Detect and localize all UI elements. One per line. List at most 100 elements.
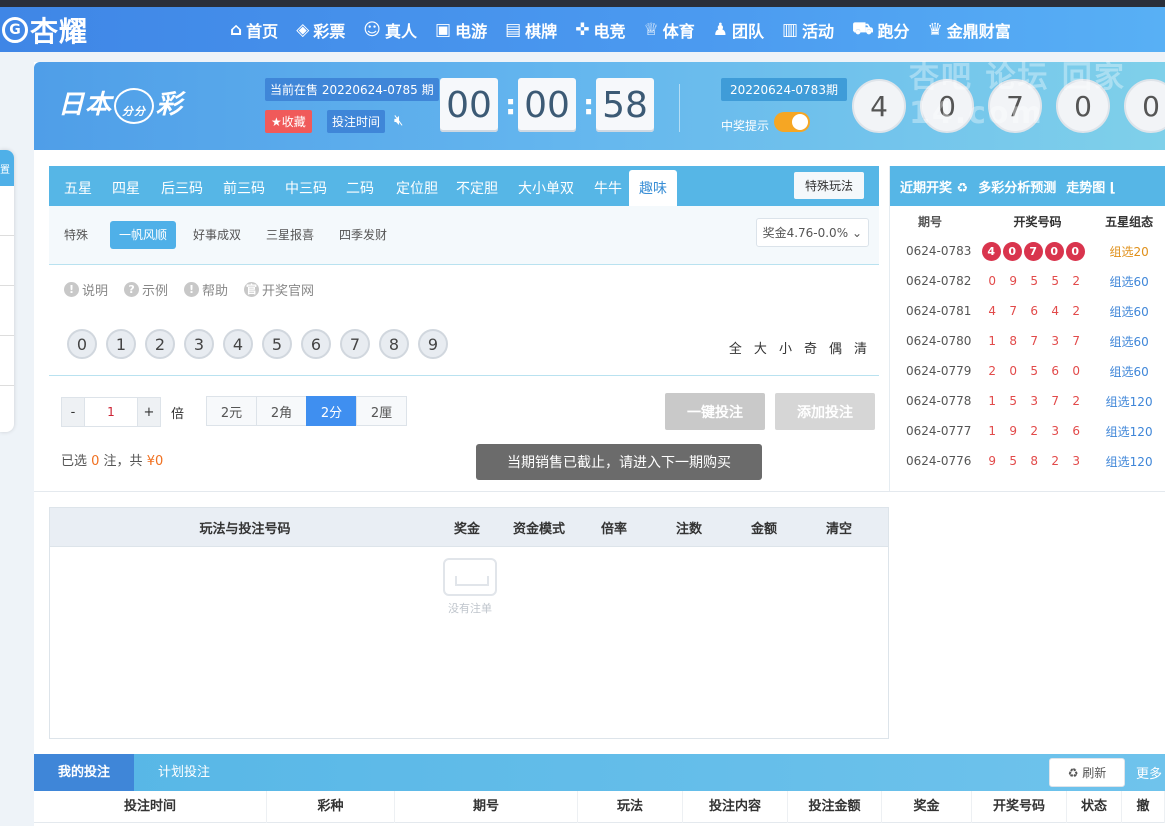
my-bets-col-6: 奖金 bbox=[882, 790, 972, 823]
help-link-2[interactable]: ! 帮助 bbox=[184, 280, 228, 299]
multiplier-input[interactable]: 1 bbox=[85, 397, 137, 427]
increment-button[interactable]: + bbox=[137, 397, 161, 427]
nav-item-6[interactable]: ♕ 体育 bbox=[643, 18, 694, 42]
decrement-button[interactable]: - bbox=[61, 397, 85, 427]
nav-item-label: 电游 bbox=[455, 21, 488, 41]
nav-item-label: 彩票 bbox=[313, 21, 346, 41]
group-type[interactable]: 组选120 bbox=[1093, 453, 1165, 470]
nav-item-10[interactable]: ♛ 金鼎财富 bbox=[927, 18, 1010, 42]
tab-6[interactable]: 定位胆 bbox=[395, 166, 439, 206]
unit-option[interactable]: 2元 bbox=[206, 396, 257, 426]
group-type[interactable]: 组选120 bbox=[1093, 393, 1165, 410]
nav-item-5[interactable]: ✜ 电竞 bbox=[575, 18, 625, 42]
digit-ball[interactable]: 0 bbox=[67, 329, 97, 359]
quick-select-3[interactable]: 奇 bbox=[804, 338, 817, 357]
unit-option[interactable]: 2分 bbox=[306, 396, 357, 426]
unit-option[interactable]: 2角 bbox=[256, 396, 307, 426]
unit-option[interactable]: 2厘 bbox=[356, 396, 407, 426]
add-bet-button[interactable]: 添加投注 bbox=[775, 393, 875, 430]
tab-3[interactable]: 前三码 bbox=[221, 166, 267, 206]
tab-2[interactable]: 后三码 bbox=[159, 166, 205, 206]
left-panel-tab[interactable]: 置 bbox=[0, 150, 14, 186]
group-type[interactable]: 组选60 bbox=[1093, 333, 1165, 350]
left-side-panel[interactable]: 置 bbox=[0, 150, 14, 432]
result-digit: 9 bbox=[1009, 274, 1018, 288]
nav-item-9[interactable]: ⛟ 跑分 bbox=[852, 18, 909, 42]
bet-slip-col-6[interactable]: 清空 bbox=[794, 518, 884, 537]
bet-slip-col-0: 玩法与投注号码 bbox=[199, 521, 291, 537]
help-label: 示例 bbox=[142, 284, 169, 299]
top-strip bbox=[0, 0, 1165, 7]
logo[interactable]: G 杏耀 bbox=[0, 13, 88, 48]
left-panel-line bbox=[0, 286, 14, 336]
result-digit: 4 bbox=[1051, 304, 1060, 318]
subtab-3[interactable]: 三星报喜 bbox=[257, 221, 323, 249]
group-type[interactable]: 组选20 bbox=[1093, 243, 1165, 260]
nav-item-2[interactable]: ☺ 真人 bbox=[363, 18, 417, 42]
nav-item-1[interactable]: ◈ 彩票 bbox=[296, 18, 345, 42]
tab-5[interactable]: 二码 bbox=[345, 166, 375, 206]
game-name: 日本 bbox=[58, 90, 113, 120]
team-icon: ♟ bbox=[712, 19, 728, 40]
tab-8[interactable]: 大小单双 bbox=[515, 166, 577, 206]
win-tip-toggle[interactable] bbox=[774, 112, 810, 132]
digit-ball[interactable]: 9 bbox=[418, 329, 448, 359]
tab-9[interactable]: 牛牛 bbox=[593, 166, 623, 206]
nav-item-0[interactable]: ⌂ 首页 bbox=[230, 18, 278, 42]
digit-ball[interactable]: 7 bbox=[340, 329, 370, 359]
subtab-0[interactable]: 特殊 bbox=[55, 221, 97, 249]
tab-10[interactable]: 趣味 bbox=[629, 170, 677, 206]
left-panel-line bbox=[0, 336, 14, 386]
digit-ball[interactable]: 2 bbox=[145, 329, 175, 359]
group-type[interactable]: 组选60 bbox=[1093, 363, 1165, 380]
group-type[interactable]: 组选60 bbox=[1093, 273, 1165, 290]
tab-4[interactable]: 中三码 bbox=[283, 166, 329, 206]
nav-item-3[interactable]: ▣ 电游 bbox=[435, 18, 487, 42]
recent-tabs: 近期开奖 ♻ 多彩分析预测 走势图 ⌊ bbox=[890, 166, 1165, 206]
countdown-minutes: 00 bbox=[518, 78, 576, 132]
digit-ball[interactable]: 8 bbox=[379, 329, 409, 359]
col-type: 五星组态 bbox=[1105, 214, 1154, 229]
recent-tab-2[interactable]: 走势图 ⌊ bbox=[1066, 177, 1115, 196]
nav-item-4[interactable]: ▤ 棋牌 bbox=[505, 18, 557, 42]
subtab-4[interactable]: 四季发财 bbox=[330, 221, 396, 249]
help-link-1[interactable]: ? 示例 bbox=[124, 280, 168, 299]
digit-ball[interactable]: 6 bbox=[301, 329, 331, 359]
group-type[interactable]: 组选120 bbox=[1093, 423, 1165, 440]
recent-tab-1[interactable]: 多彩分析预测 bbox=[978, 177, 1056, 196]
tab-1[interactable]: 四星 bbox=[111, 166, 141, 206]
refresh-button[interactable]: ♻ 刷新 bbox=[1049, 758, 1125, 787]
my-bets-tab-0[interactable]: 我的投注 bbox=[34, 754, 135, 791]
one-click-bet-button[interactable]: 一键投注 bbox=[665, 393, 765, 430]
tab-0[interactable]: 五星 bbox=[63, 166, 93, 206]
group-type[interactable]: 组选60 bbox=[1093, 303, 1165, 320]
quick-select-1[interactable]: 大 bbox=[754, 338, 767, 357]
tab-7[interactable]: 不定胆 bbox=[455, 166, 499, 206]
speaker-mute-icon[interactable]: 🔇︎ bbox=[394, 111, 403, 129]
nav-item-7[interactable]: ♟ 团队 bbox=[713, 18, 764, 42]
bet-time-button[interactable]: 投注时间 bbox=[327, 110, 386, 133]
subtab-2[interactable]: 好事成双 bbox=[184, 221, 250, 249]
more-link[interactable]: 更多 bbox=[1136, 763, 1162, 782]
quick-select-4[interactable]: 偶 bbox=[829, 338, 842, 357]
special-play-button[interactable]: 特殊玩法 bbox=[794, 172, 865, 199]
my-bets-tab-1[interactable]: 计划投注 bbox=[134, 754, 234, 791]
nav-item-8[interactable]: ▥ 活动 bbox=[782, 18, 834, 42]
digit-ball[interactable]: 4 bbox=[223, 329, 253, 359]
quick-select-5[interactable]: 清 bbox=[854, 338, 867, 357]
digit-ball[interactable]: 1 bbox=[106, 329, 136, 359]
help-link-0[interactable]: ! 说明 bbox=[64, 280, 108, 299]
quick-select-0[interactable]: 全 bbox=[729, 338, 742, 357]
my-bets-col-8: 状态 bbox=[1067, 790, 1122, 823]
main-panel: 日本 分分min彩 当前在售 20220624-0785 期 ★收藏 投注时间 🔇… bbox=[34, 60, 1165, 826]
recent-tab-0[interactable]: 近期开奖 ♻ bbox=[900, 177, 968, 196]
col-issue: 期号 bbox=[918, 214, 943, 229]
favorite-button[interactable]: ★收藏 bbox=[265, 110, 312, 133]
cards-icon: ▤ bbox=[505, 19, 522, 40]
digit-ball[interactable]: 3 bbox=[184, 329, 214, 359]
bonus-select[interactable]: 奖金4.76-0.0% ⌄ bbox=[755, 218, 869, 247]
help-link-3[interactable]: 官开奖官网 bbox=[244, 280, 314, 299]
quick-select-2[interactable]: 小 bbox=[779, 338, 792, 357]
digit-ball[interactable]: 5 bbox=[262, 329, 292, 359]
subtab-1[interactable]: 一帆风顺 bbox=[110, 221, 177, 249]
